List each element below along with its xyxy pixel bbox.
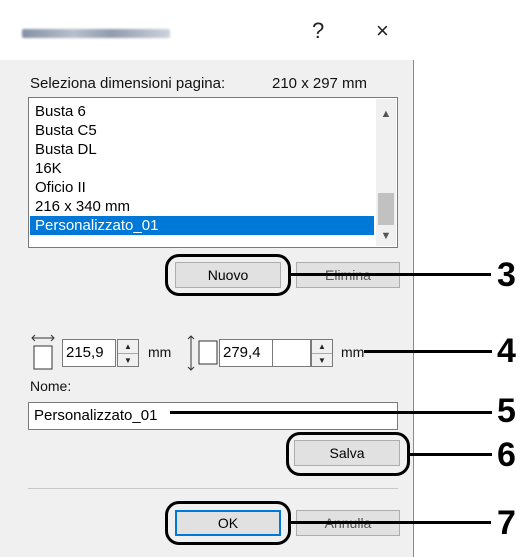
- name-label: Nome:: [30, 378, 72, 394]
- title-bar: ? ×: [0, 0, 414, 60]
- scroll-up-icon[interactable]: ▲: [376, 105, 396, 123]
- list-item[interactable]: 16K: [30, 159, 374, 178]
- height-input-extension: [273, 339, 311, 367]
- divider: [28, 488, 398, 489]
- callout-line-7: [291, 521, 491, 524]
- callout-number-6: 6: [497, 436, 516, 474]
- list-item[interactable]: Busta C5: [30, 121, 374, 140]
- scroll-thumb[interactable]: [378, 193, 394, 225]
- callout-line-3: [291, 273, 491, 276]
- height-spinner[interactable]: ▲ ▼: [311, 339, 333, 367]
- list-scrollbar[interactable]: ▲ ▼: [376, 99, 396, 246]
- callout-line-6: [410, 453, 492, 456]
- callout-ring-3: [165, 254, 291, 296]
- spin-down-icon[interactable]: ▼: [312, 354, 332, 367]
- callout-number-7: 7: [497, 504, 516, 542]
- list-item[interactable]: Oficio II: [30, 178, 374, 197]
- name-input[interactable]: Personalizzato_01: [28, 402, 398, 430]
- scroll-down-icon[interactable]: ▼: [376, 227, 396, 245]
- callout-line-4: [364, 350, 492, 353]
- width-unit: mm: [148, 344, 172, 360]
- spin-up-icon[interactable]: ▲: [312, 340, 332, 354]
- callout-ring-6: [286, 432, 410, 476]
- callout-number-3: 3: [497, 256, 516, 294]
- list-item[interactable]: Busta 6: [30, 102, 374, 121]
- callout-ring-7: [165, 501, 291, 545]
- close-button[interactable]: ×: [376, 18, 389, 44]
- callout-number-5: 5: [497, 392, 516, 430]
- current-size-value: 210 x 297 mm: [272, 75, 368, 92]
- page-size-listbox[interactable]: Busta 6 Busta C5 Busta DL 16K Oficio II …: [28, 97, 398, 248]
- width-spinner[interactable]: ▲ ▼: [117, 339, 139, 367]
- callout-number-4: 4: [497, 332, 516, 370]
- height-unit: mm: [341, 344, 365, 360]
- list-item-selected[interactable]: Personalizzato_01: [30, 216, 374, 235]
- page-size-label: Seleziona dimensioni pagina:: [30, 75, 226, 92]
- list-item[interactable]: Busta DL: [30, 140, 374, 159]
- width-input[interactable]: 215,9: [62, 339, 116, 367]
- height-input[interactable]: 279,4: [219, 339, 273, 367]
- height-icon: [187, 335, 218, 371]
- spin-up-icon[interactable]: ▲: [118, 340, 138, 354]
- list-item[interactable]: 216 x 340 mm: [30, 197, 374, 216]
- help-button[interactable]: ?: [312, 18, 324, 44]
- width-icon: [31, 334, 55, 370]
- blurred-title-text: [22, 29, 170, 38]
- spin-down-icon[interactable]: ▼: [118, 354, 138, 367]
- callout-line-5: [170, 411, 492, 414]
